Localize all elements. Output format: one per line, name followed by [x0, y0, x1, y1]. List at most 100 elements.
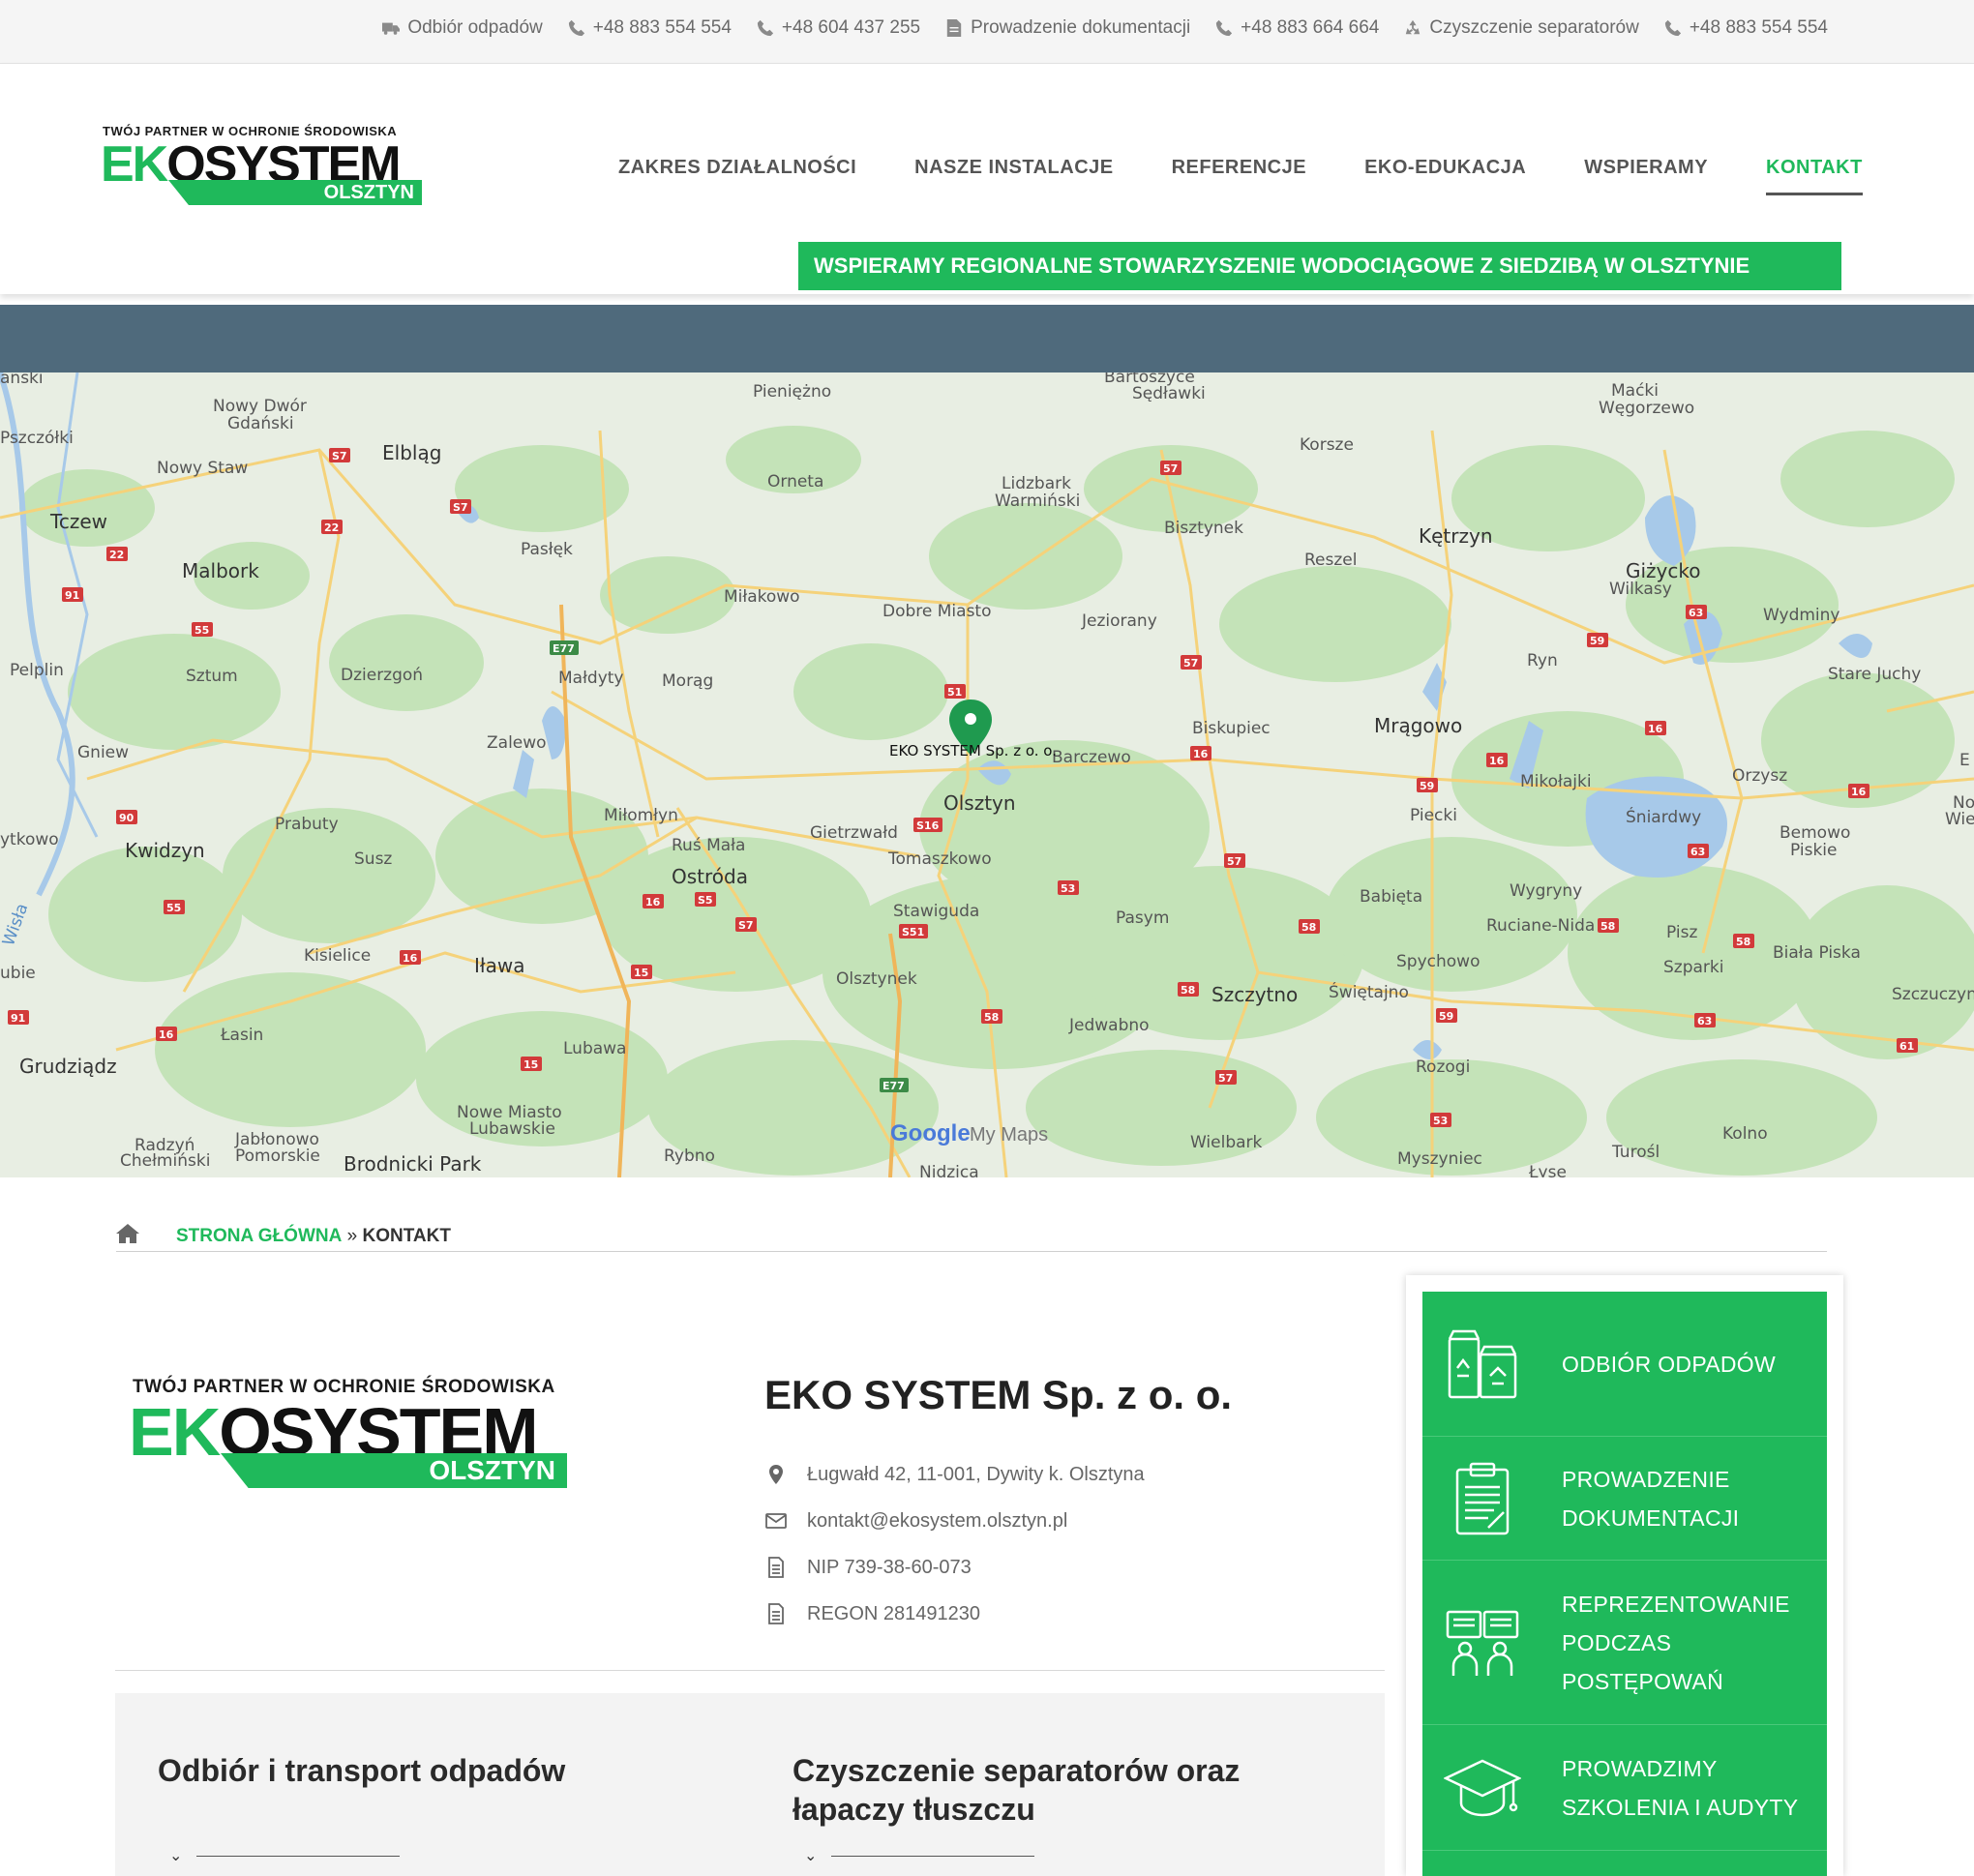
- svg-text:Pszczółki: Pszczółki: [0, 429, 74, 448]
- svg-text:57: 57: [1183, 657, 1198, 670]
- topbar-item-separators[interactable]: Czyszczenie separatorów: [1404, 17, 1639, 39]
- nav-item-instalacje[interactable]: NASZE INSTALACJE: [914, 157, 1113, 195]
- svg-text:63: 63: [1689, 607, 1703, 619]
- service-title-waste[interactable]: Odbiór i transport odpadów: [158, 1751, 700, 1790]
- svg-text:Pisz: Pisz: [1666, 923, 1697, 942]
- company-regon-row: REGON 281491230: [764, 1602, 980, 1625]
- company-nip: NIP 739-38-60-073: [807, 1556, 972, 1578]
- svg-text:Biskupiec: Biskupiec: [1192, 719, 1271, 738]
- svg-text:Łyse: Łyse: [1528, 1163, 1567, 1177]
- svg-text:58: 58: [1736, 936, 1750, 948]
- sidebar-item-waste[interactable]: ODBIÓR ODPADÓW: [1422, 1292, 1827, 1437]
- breadcrumb-home-link[interactable]: STRONA GŁÓWNA: [176, 1226, 342, 1246]
- home-icon[interactable]: [116, 1223, 139, 1250]
- top-contact-bar: Odbiór odpadów +48 883 554 554 +48 604 4…: [0, 0, 1974, 64]
- svg-text:Wieś Eł: Wieś Eł: [1945, 810, 1974, 829]
- map-embed[interactable]: Pieniężno Bartoszyce Sędławki Maćki Węgo…: [0, 372, 1974, 1177]
- phone-icon: [1664, 19, 1681, 37]
- svg-text:E: E: [1959, 751, 1970, 770]
- svg-text:63: 63: [1697, 1015, 1712, 1027]
- topbar-item-phone-4[interactable]: +48 883 554 554: [1664, 17, 1828, 39]
- page-title-strip: [0, 305, 1974, 372]
- svg-text:Babięta: Babięta: [1360, 887, 1422, 907]
- svg-text:Wygryny: Wygryny: [1510, 881, 1582, 901]
- svg-text:16: 16: [1851, 786, 1867, 798]
- svg-text:Rybno: Rybno: [664, 1146, 715, 1166]
- phone-icon: [1216, 19, 1233, 37]
- svg-text:Maćki: Maćki: [1611, 381, 1659, 401]
- sidebar-item-representation[interactable]: REPREZENTOWANIE PODCZAS POSTĘPOWAŃ: [1422, 1561, 1827, 1725]
- topbar-item-phone-1[interactable]: +48 883 554 554: [568, 17, 732, 39]
- service-title-separators[interactable]: Czyszczenie separatorów oraz łapaczy tłu…: [793, 1751, 1334, 1829]
- svg-text:Węgorzewo: Węgorzewo: [1599, 399, 1694, 418]
- svg-text:E77: E77: [882, 1080, 905, 1092]
- svg-text:Myszyniec: Myszyniec: [1397, 1149, 1482, 1169]
- top-contact-items: Odbiór odpadów +48 883 554 554 +48 604 4…: [382, 17, 1828, 39]
- nav-item-kontakt[interactable]: KONTAKT: [1766, 157, 1863, 195]
- svg-text:Gietrzwałd: Gietrzwałd: [810, 823, 898, 843]
- svg-text:S7: S7: [738, 919, 754, 932]
- svg-text:16: 16: [1193, 748, 1209, 760]
- svg-text:Nidzica: Nidzica: [919, 1163, 979, 1177]
- svg-text:Chełmiński: Chełmiński: [120, 1151, 210, 1171]
- phone-icon: [757, 19, 774, 37]
- svg-text:Nowy Staw: Nowy Staw: [157, 459, 248, 478]
- graduation-cap-icon: [1443, 1749, 1522, 1827]
- svg-text:S7: S7: [453, 501, 468, 514]
- company-email[interactable]: kontakt@ekosystem.olsztyn.pl: [807, 1510, 1067, 1533]
- svg-text:Grudziądz: Grudziądz: [19, 1055, 117, 1078]
- svg-text:Lubawskie: Lubawskie: [469, 1119, 555, 1139]
- topbar-item-phone-2[interactable]: +48 604 437 255: [757, 17, 920, 39]
- logo-city: OLSZTYN: [221, 1453, 567, 1488]
- svg-text:Pieniężno: Pieniężno: [753, 382, 831, 402]
- topbar-label: +48 883 554 554: [1689, 17, 1828, 38]
- svg-text:Orzysz: Orzysz: [1732, 766, 1787, 786]
- svg-text:Ruciane-Nida: Ruciane-Nida: [1486, 916, 1595, 936]
- svg-text:58: 58: [1600, 920, 1615, 933]
- svg-text:Wilkasy: Wilkasy: [1609, 580, 1672, 599]
- meeting-icon: [1444, 1604, 1521, 1682]
- sidebar-menu: ODBIÓR ODPADÓW PROWADZENIE DOKUMENTACJI …: [1422, 1292, 1827, 1876]
- services-panel: Odbiór i transport odpadów ⌄ Czyszczenie…: [115, 1693, 1385, 1876]
- sidebar-item-training[interactable]: PROWADZIMY SZKOLENIA I AUDYTY: [1422, 1725, 1827, 1851]
- svg-text:55: 55: [194, 624, 209, 637]
- nav-item-referencje[interactable]: REFERENCJE: [1172, 157, 1306, 195]
- svg-text:Warmiński: Warmiński: [995, 491, 1080, 511]
- topbar-item-documentation[interactable]: Prowadzenie dokumentacji: [945, 17, 1190, 39]
- svg-text:Zalewo: Zalewo: [487, 733, 547, 753]
- svg-text:Sztum: Sztum: [186, 667, 238, 686]
- svg-text:Ruś Mała: Ruś Mała: [672, 836, 745, 855]
- chevron-down-icon[interactable]: ⌄: [169, 1846, 182, 1865]
- company-address-row: Ługwałd 42, 11-001, Dywity k. Olsztyna: [764, 1463, 1145, 1486]
- svg-text:Wielbark: Wielbark: [1190, 1133, 1263, 1152]
- svg-text:51: 51: [947, 686, 962, 699]
- breadcrumb-current: KONTAKT: [362, 1225, 451, 1246]
- svg-text:Mikołajki: Mikołajki: [1520, 772, 1592, 791]
- svg-text:Elbląg: Elbląg: [382, 441, 441, 464]
- sidebar-item-documentation[interactable]: PROWADZENIE DOKUMENTACJI: [1422, 1437, 1827, 1561]
- svg-text:Piskie: Piskie: [1790, 841, 1838, 860]
- svg-text:Piecki: Piecki: [1410, 806, 1457, 825]
- svg-text:Lubawa: Lubawa: [563, 1039, 626, 1058]
- svg-text:91: 91: [11, 1012, 25, 1025]
- topbar-item-phone-3[interactable]: +48 883 664 664: [1215, 17, 1379, 39]
- svg-text:Stawiguda: Stawiguda: [893, 902, 979, 921]
- announcement-banner[interactable]: WSPIERAMY REGIONALNE STOWARZYSZENIE WODO…: [798, 242, 1841, 290]
- topbar-item-waste[interactable]: Odbiór odpadów: [382, 17, 543, 39]
- chevron-down-icon[interactable]: ⌄: [804, 1846, 817, 1865]
- svg-text:Morąg: Morąg: [662, 671, 713, 691]
- svg-text:59: 59: [1590, 635, 1604, 647]
- svg-text:57: 57: [1227, 855, 1241, 868]
- nav-item-eko-edukacja[interactable]: EKO-EDUKACJA: [1364, 157, 1526, 195]
- svg-text:Spychowo: Spychowo: [1396, 952, 1480, 971]
- svg-text:Stare Juchy: Stare Juchy: [1828, 665, 1921, 684]
- map-pin-icon: [769, 1465, 783, 1484]
- svg-text:Jedwabno: Jedwabno: [1068, 1016, 1150, 1035]
- nav-item-wspieramy[interactable]: WSPIERAMY: [1584, 157, 1708, 195]
- document-icon: [768, 1557, 784, 1578]
- topbar-label: +48 883 664 664: [1241, 17, 1380, 38]
- header-logo[interactable]: TWÓJ PARTNER W OCHRONIE ŚRODOWISKA EKOSY…: [101, 124, 422, 213]
- recycle-icon: [1406, 19, 1421, 35]
- nav-item-zakres[interactable]: ZAKRES DZIAŁALNOŚCI: [618, 157, 856, 195]
- sidebar-item-label: PROWADZENIE DOKUMENTACJI: [1562, 1466, 1740, 1531]
